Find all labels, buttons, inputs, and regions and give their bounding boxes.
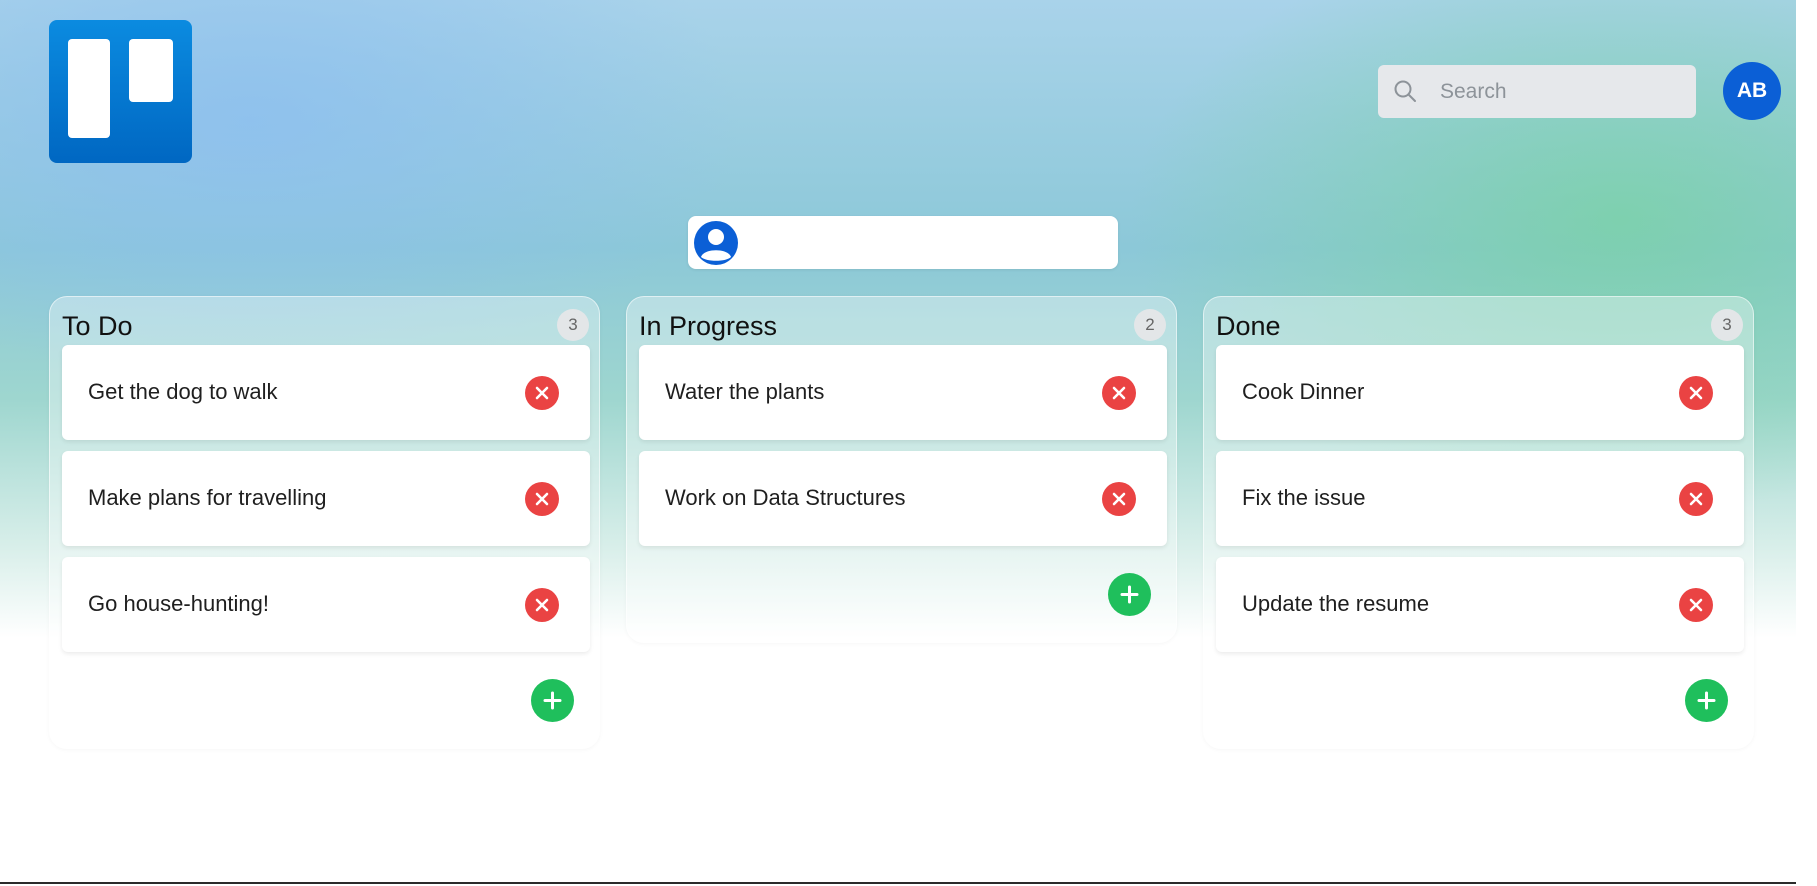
task-text: Fix the issue xyxy=(1242,485,1366,510)
task-text: Cook Dinner xyxy=(1242,379,1365,404)
delete-task-button[interactable] xyxy=(525,588,559,622)
column-done: Done 3 Cook Dinner Fix the issue Update … xyxy=(1203,296,1754,749)
task-card[interactable]: Go house-hunting! xyxy=(62,557,590,652)
task-text: Water the plants xyxy=(665,379,825,404)
window-edge-right xyxy=(1796,0,1817,886)
column-count-badge: 3 xyxy=(557,309,589,341)
delete-task-button[interactable] xyxy=(1102,482,1136,516)
add-task-button[interactable] xyxy=(1685,679,1728,722)
trello-logo-icon[interactable] xyxy=(49,20,192,163)
column-title: In Progress xyxy=(639,311,778,341)
delete-task-button[interactable] xyxy=(1679,588,1713,622)
task-card[interactable]: Fix the issue xyxy=(1216,451,1744,546)
task-card[interactable]: Water the plants xyxy=(639,345,1167,440)
delete-task-button[interactable] xyxy=(1102,376,1136,410)
column-in-progress: In Progress 2 Water the plants Work on D… xyxy=(626,296,1177,643)
search-box[interactable] xyxy=(1378,65,1696,118)
add-task-button[interactable] xyxy=(1108,573,1151,616)
close-icon xyxy=(1689,492,1703,506)
logo-bar-left xyxy=(68,39,110,138)
add-task-button[interactable] xyxy=(531,679,574,722)
delete-task-button[interactable] xyxy=(1679,482,1713,516)
plus-icon xyxy=(1697,691,1716,710)
task-text: Make plans for travelling xyxy=(88,485,327,510)
close-icon xyxy=(1689,598,1703,612)
window-edge-bottom xyxy=(0,882,1817,886)
task-card[interactable]: Make plans for travelling xyxy=(62,451,590,546)
search-icon xyxy=(1394,80,1416,102)
delete-task-button[interactable] xyxy=(525,482,559,516)
close-icon xyxy=(1112,492,1126,506)
user-circle-icon xyxy=(694,221,738,265)
task-card[interactable]: Work on Data Structures xyxy=(639,451,1167,546)
board-title-bar[interactable] xyxy=(688,216,1118,269)
column-title: To Do xyxy=(62,311,133,341)
logo-bar-right xyxy=(129,39,173,102)
close-icon xyxy=(535,598,549,612)
task-text: Get the dog to walk xyxy=(88,379,278,404)
task-text: Update the resume xyxy=(1242,591,1430,616)
close-icon xyxy=(535,492,549,506)
task-text: Go house-hunting! xyxy=(88,591,270,616)
task-text: Work on Data Structures xyxy=(665,485,906,510)
delete-task-button[interactable] xyxy=(1679,376,1713,410)
column-count-badge: 2 xyxy=(1134,309,1166,341)
close-icon xyxy=(1689,386,1703,400)
column-todo: To Do 3 Get the dog to walk Make plans f… xyxy=(49,296,600,749)
plus-icon xyxy=(543,691,562,710)
task-card[interactable]: Cook Dinner xyxy=(1216,345,1744,440)
close-icon xyxy=(1112,386,1126,400)
search-input[interactable] xyxy=(1440,65,1680,118)
task-card[interactable]: Update the resume xyxy=(1216,557,1744,652)
plus-icon xyxy=(1120,585,1139,604)
avatar[interactable]: AB xyxy=(1723,62,1781,120)
column-count-badge: 3 xyxy=(1711,309,1743,341)
close-icon xyxy=(535,386,549,400)
delete-task-button[interactable] xyxy=(525,376,559,410)
task-card[interactable]: Get the dog to walk xyxy=(62,345,590,440)
column-title: Done xyxy=(1216,311,1281,341)
